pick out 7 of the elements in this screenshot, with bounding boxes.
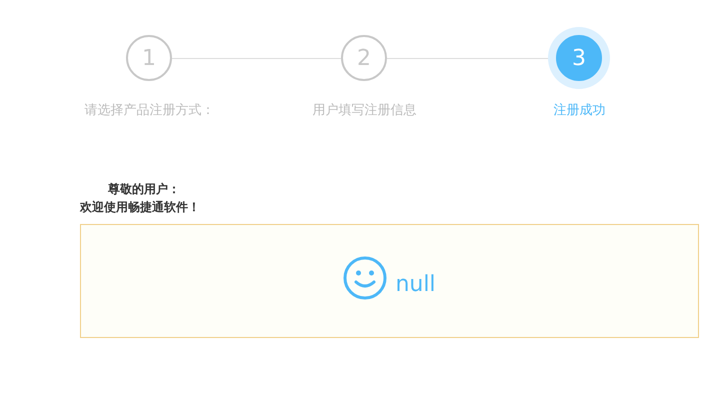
welcome-text: 欢迎使用畅捷通软件！	[80, 199, 200, 216]
result-text: null	[395, 272, 436, 296]
step-label: 用户填写注册信息	[312, 102, 416, 119]
greeting-text: 尊敬的用户：	[107, 181, 181, 198]
smiley-icon	[343, 256, 388, 300]
step-label: 请选择产品注册方式：	[84, 102, 214, 119]
step-label: 注册成功	[554, 102, 606, 119]
